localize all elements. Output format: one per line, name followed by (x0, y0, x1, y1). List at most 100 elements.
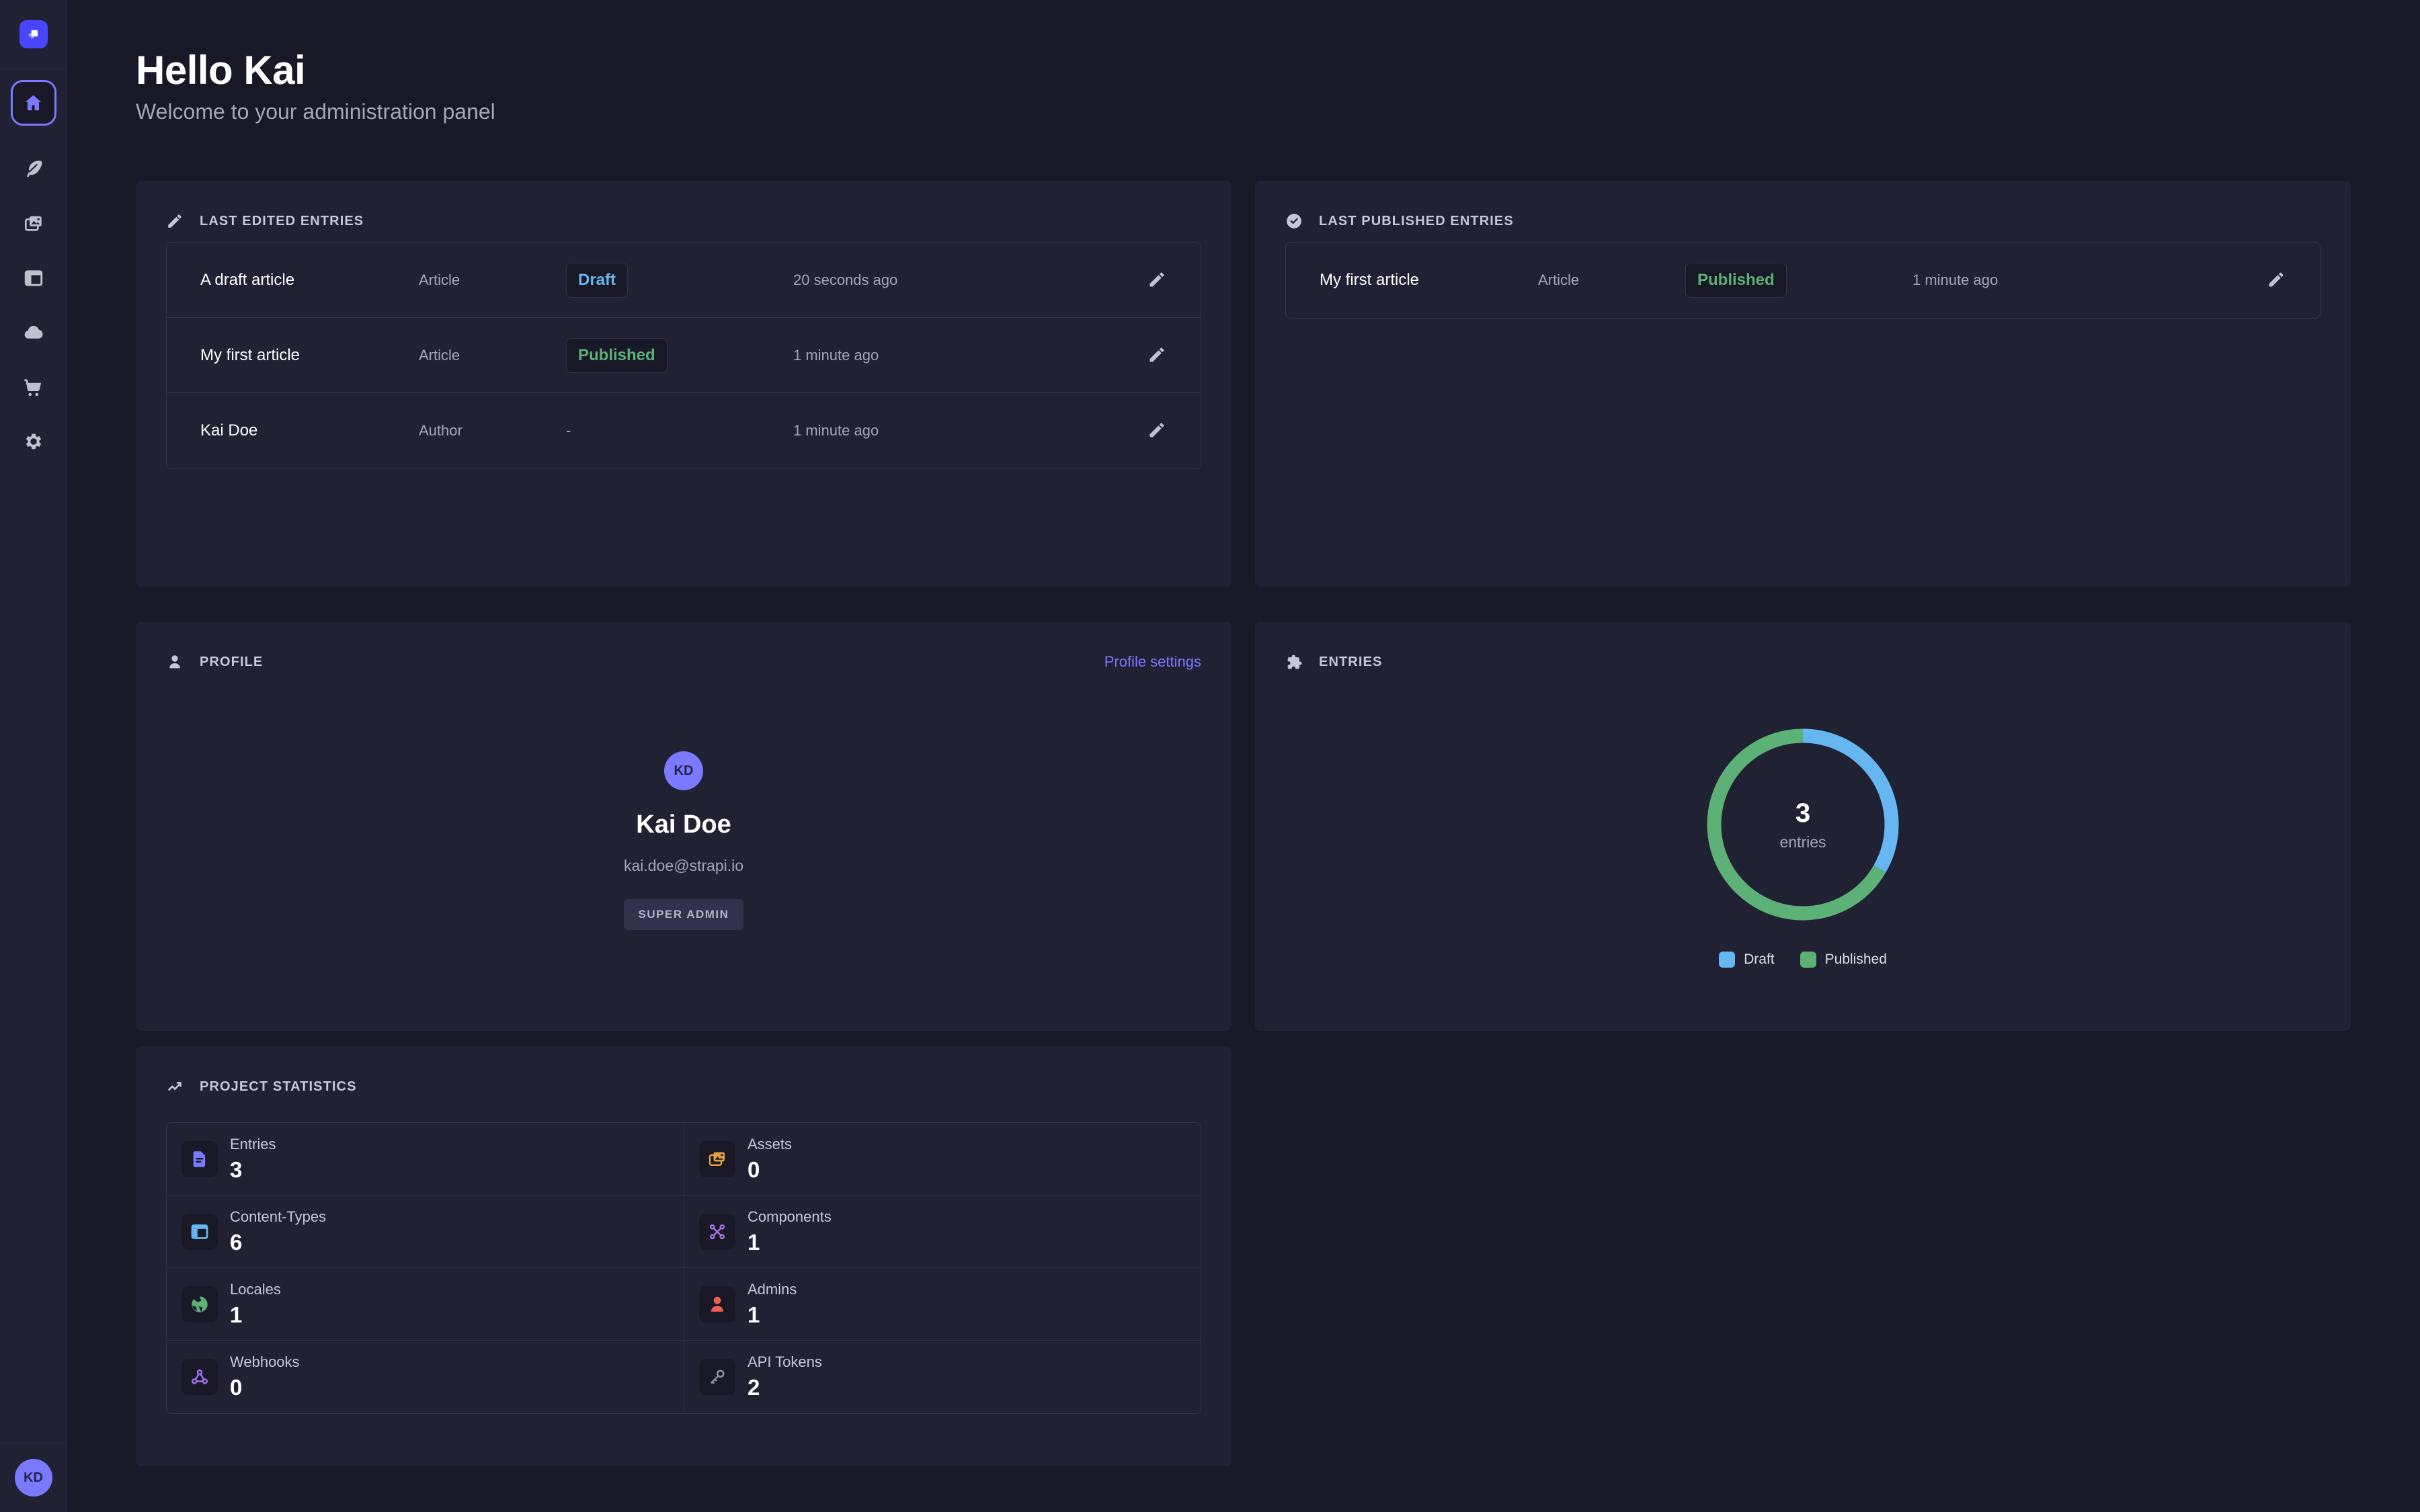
sidebar-item-marketplace[interactable] (23, 376, 44, 398)
file-icon (190, 1149, 210, 1169)
cloud-icon (23, 322, 44, 343)
stat-label: Assets (748, 1136, 792, 1152)
globe-icon (190, 1294, 210, 1314)
check-circle-icon (1285, 212, 1303, 230)
home-icon (22, 92, 44, 114)
last-edited-table: A draft article Article Draft 20 seconds… (166, 242, 1201, 469)
stat-entries: Entries 3 (167, 1123, 684, 1195)
entry-type: Article (419, 347, 566, 364)
stat-label: Content-Types (230, 1208, 326, 1225)
table-row: My first article Article Published 1 min… (167, 318, 1201, 393)
stat-label: API Tokens (748, 1353, 822, 1370)
stat-locales: Locales1 (167, 1268, 684, 1341)
edit-entry-button[interactable] (2266, 270, 2286, 290)
entry-name: A draft article (200, 271, 419, 290)
last-published-table: My first article Article Published 1 min… (1285, 242, 2321, 319)
sidebar: KD (0, 0, 67, 1512)
entries-card: ENTRIES 3 entries Draft Published (1255, 622, 2351, 1031)
gear-icon (23, 431, 44, 452)
status-badge: Published (1685, 263, 1787, 298)
sidebar-item-home[interactable] (11, 80, 56, 126)
entry-type: Article (1538, 271, 1685, 289)
user-avatar[interactable]: KD (15, 1459, 52, 1497)
sidebar-item-settings[interactable] (23, 431, 44, 452)
entry-type: Author (419, 422, 566, 439)
status-badge: Draft (566, 263, 628, 298)
card-title: LAST EDITED ENTRIES (200, 214, 364, 229)
page-title: Hello Kai (136, 47, 305, 93)
sidebar-item-content-manager[interactable] (23, 159, 44, 180)
trend-up-icon (166, 1078, 184, 1095)
stat-value: 3 (230, 1157, 276, 1183)
page-subtitle: Welcome to your administration panel (136, 99, 495, 124)
profile-settings-link[interactable]: Profile settings (1104, 653, 1201, 671)
strapi-logo-icon (26, 26, 42, 42)
edit-entry-button[interactable] (1147, 270, 1167, 290)
entry-time: 1 minute ago (793, 347, 1147, 364)
entry-name: My first article (200, 346, 419, 365)
entry-time: 1 minute ago (793, 422, 1147, 439)
table-row: A draft article Article Draft 20 seconds… (167, 243, 1201, 318)
pencil-icon (2267, 270, 2286, 289)
published-legend-chip (1800, 952, 1816, 968)
edit-entry-button[interactable] (1147, 345, 1167, 366)
profile-email: kai.doe@strapi.io (624, 857, 743, 875)
sidebar-item-media-library[interactable] (23, 213, 44, 235)
webhook-icon (190, 1367, 210, 1387)
entry-name: My first article (1320, 271, 1538, 290)
profile-card: PROFILE Profile settings KD Kai Doe kai.… (136, 622, 1232, 1031)
layout-icon (23, 267, 44, 289)
legend-label: Draft (1744, 952, 1775, 968)
card-title: ENTRIES (1319, 655, 1382, 670)
profile-name: Kai Doe (636, 810, 731, 839)
workspace-logo-area (0, 0, 67, 69)
entries-total: 3 (1796, 798, 1810, 829)
statistics-grid: Entries 3 Assets 0 Content-Types 6 Componen… (166, 1122, 1201, 1414)
sidebar-nav (0, 69, 67, 452)
draft-legend-chip (1719, 952, 1735, 968)
entries-unit: entries (1779, 833, 1826, 851)
pencil-icon (1147, 345, 1166, 364)
sidebar-footer: KD (0, 1443, 67, 1512)
card-title: PROJECT STATISTICS (200, 1079, 357, 1095)
stat-value: 6 (230, 1230, 326, 1255)
pencil-icon (1147, 421, 1166, 439)
entry-name: Kai Doe (200, 421, 419, 440)
entry-type: Article (419, 271, 566, 289)
stat-label: Entries (230, 1136, 276, 1152)
stat-content-types: Content-Types 6 (167, 1195, 684, 1268)
images-icon (23, 213, 44, 235)
stat-value: 0 (748, 1157, 792, 1183)
images-icon (707, 1149, 727, 1169)
stat-admins: Admins1 (684, 1268, 1201, 1341)
pencil-icon (1147, 270, 1166, 289)
table-row: My first article Article Published 1 min… (1286, 243, 2320, 318)
key-icon (707, 1367, 727, 1387)
stat-value: 2 (748, 1375, 822, 1400)
stat-api-tokens: API Tokens 2 (684, 1341, 1201, 1413)
entry-time: 20 seconds ago (793, 271, 1147, 289)
avatar: KD (664, 751, 703, 790)
edit-entry-button[interactable] (1147, 421, 1167, 441)
stat-components: Components1 (684, 1195, 1201, 1268)
sidebar-item-cloud[interactable] (23, 322, 44, 343)
chart-legend: Draft Published (1719, 952, 1887, 968)
puzzle-icon (1285, 653, 1303, 671)
last-edited-entries-card: LAST EDITED ENTRIES A draft article Arti… (136, 181, 1232, 587)
strapi-logo[interactable] (19, 20, 48, 48)
status-empty: - (566, 422, 793, 439)
stat-label: Components (748, 1208, 832, 1225)
components-icon (707, 1222, 727, 1242)
legend-label: Published (1825, 952, 1887, 968)
last-published-entries-card: LAST PUBLISHED ENTRIES My first article … (1255, 181, 2351, 587)
sidebar-item-content-type-builder[interactable] (23, 267, 44, 289)
feather-icon (23, 159, 44, 180)
admin-user-icon (707, 1294, 727, 1314)
stat-assets: Assets 0 (684, 1123, 1201, 1195)
stat-webhooks: Webhooks0 (167, 1341, 684, 1413)
stat-value: 1 (748, 1302, 797, 1328)
table-row: Kai Doe Author - 1 minute ago (167, 393, 1201, 468)
status-badge: Published (566, 338, 668, 373)
entry-time: 1 minute ago (1912, 271, 2266, 289)
cart-icon (23, 376, 44, 398)
